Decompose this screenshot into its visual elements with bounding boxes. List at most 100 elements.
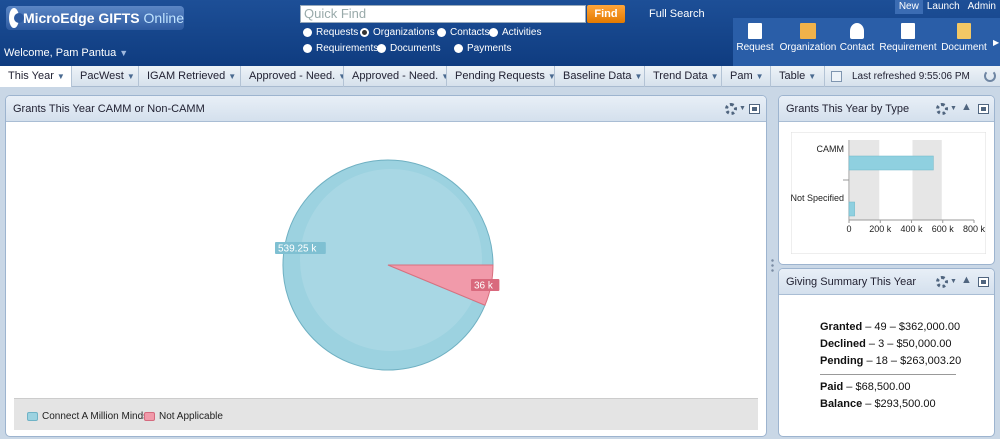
panel-title: Grants This Year CAMM or Non-CAMM	[13, 103, 205, 115]
panel-header: Giving Summary This Year ▼ ▲	[779, 269, 994, 295]
summary-granted: Granted – 49 – $362,000.00	[820, 321, 961, 333]
panel-splitter-handle[interactable]	[771, 258, 774, 272]
full-search-link[interactable]: Full Search	[649, 8, 705, 20]
dashboard-tab-bar: This Year ▼ PacWest ▼ IGAM Retrieved ▼ Appr…	[0, 66, 1000, 87]
contact-icon	[850, 23, 864, 39]
document-icon	[957, 23, 971, 39]
last-refreshed: Last refreshed 9:55:06 PM	[852, 71, 970, 82]
chevron-down-icon: ▼	[126, 72, 135, 81]
nav-launch[interactable]: Launch	[923, 0, 964, 14]
chevron-down-icon: ▼	[950, 105, 957, 112]
pie-data-label: 539.25 k	[278, 244, 317, 255]
quick-find-input[interactable]: Quick Find	[300, 5, 586, 23]
find-button[interactable]: Find	[587, 5, 625, 23]
x-tick-label: 800 k	[963, 224, 986, 234]
chevron-down-icon: ▼	[634, 72, 643, 81]
maximize-icon[interactable]	[749, 104, 760, 114]
chevron-down-icon: ▼	[710, 72, 719, 81]
scroll-right-icon[interactable]: ▶	[993, 38, 999, 47]
x-tick-label: 400 k	[900, 224, 923, 234]
radio-payments[interactable]: Payments	[454, 43, 511, 54]
giving-summary: Granted – 49 – $362,000.00 Declined – 3 …	[820, 319, 962, 413]
new-request-button[interactable]: Request	[736, 18, 774, 66]
request-icon	[748, 23, 762, 39]
welcome-menu[interactable]: Welcome, Pam Pantua ▼	[4, 47, 128, 59]
panel-title: Giving Summary This Year	[786, 276, 917, 288]
requirement-icon	[901, 23, 915, 39]
tab-igam-retrieved[interactable]: IGAM Retrieved ▼	[139, 66, 241, 87]
x-tick-label: 600 k	[932, 224, 955, 234]
pie-highlight	[300, 169, 482, 351]
bar-chart: CAMM Not Specified 0 200 k 400 k 600 k 800 k	[791, 132, 986, 254]
summary-paid: Paid – $68,500.00	[820, 381, 911, 393]
nav-new[interactable]: New	[894, 0, 923, 14]
radio-contacts[interactable]: Contacts	[437, 27, 489, 38]
pie-legend: Connect A Million Minds Not Applicable	[14, 398, 758, 430]
panel-header: Grants This Year by Type ▼ ▲	[779, 96, 994, 122]
maximize-icon[interactable]	[978, 104, 989, 114]
grid-band	[912, 140, 942, 220]
bar[interactable]	[848, 201, 855, 217]
new-organization-button[interactable]: Organization	[780, 18, 836, 66]
radio-organizations[interactable]: Organizations	[360, 27, 435, 38]
app-header: MicroEdge GIFTS Online Welcome, Pam Pant…	[0, 0, 1000, 66]
refresh-icon[interactable]	[984, 70, 996, 82]
gear-icon[interactable]	[936, 103, 948, 115]
maximize-icon[interactable]	[978, 277, 989, 287]
radio-requests[interactable]: Requests	[303, 27, 358, 38]
gear-icon[interactable]	[936, 276, 948, 288]
chevron-down-icon: ▼	[548, 72, 554, 81]
app-logo[interactable]: MicroEdge GIFTS Online	[6, 6, 184, 30]
collapse-icon[interactable]: ▲	[961, 101, 972, 113]
top-nav: New Launch Admin	[894, 0, 1000, 14]
radio-requirements[interactable]: Requirements	[303, 43, 378, 54]
tab-table[interactable]: Table ▼	[771, 66, 825, 87]
summary-pending: Pending – 18 – $263,003.20	[820, 355, 962, 367]
tab-approved-need-2[interactable]: Approved - Need.▼	[344, 66, 447, 87]
tab-pacwest[interactable]: PacWest ▼	[72, 66, 139, 87]
logo-text: MicroEdge GIFTS Online	[22, 10, 184, 26]
panel-giving-summary: Giving Summary This Year ▼ ▲ Granted – 4…	[778, 268, 995, 437]
tab-baseline-data[interactable]: Baseline Data ▼	[555, 66, 645, 87]
radio-documents[interactable]: Documents	[377, 43, 441, 54]
tab-trend-data[interactable]: Trend Data ▼	[645, 66, 722, 87]
new-document-button[interactable]: Document	[941, 18, 987, 66]
panel-title: Grants This Year by Type	[786, 103, 910, 115]
tab-pam[interactable]: Pam ▼	[722, 66, 771, 87]
pie-chart: 539.25 k 36 k	[275, 159, 500, 371]
legend-item-camm[interactable]: Connect A Million Minds	[27, 411, 148, 422]
legend-swatch	[144, 412, 155, 421]
radio-activities[interactable]: Activities	[489, 27, 541, 38]
chevron-down-icon: ▼	[56, 72, 65, 81]
quick-create-bar: Request Organization Contact Requirement…	[733, 18, 1000, 66]
tab-approved-need-1[interactable]: Approved - Need.▼	[241, 66, 344, 87]
add-tab-icon[interactable]	[831, 71, 842, 82]
collapse-icon[interactable]: ▲	[961, 274, 972, 286]
tab-pending-requests[interactable]: Pending Requests▼	[447, 66, 555, 87]
chevron-down-icon: ▼	[950, 278, 957, 285]
panel-grants-by-type: Grants This Year by Type ▼ ▲ CAMM Not Spe…	[778, 95, 995, 265]
category-label: Not Specified	[791, 193, 844, 203]
x-tick-label: 200 k	[869, 224, 892, 234]
organization-icon	[800, 23, 816, 39]
summary-declined: Declined – 3 – $50,000.00	[820, 338, 952, 350]
bar[interactable]	[848, 155, 934, 171]
legend-item-not-applicable[interactable]: Not Applicable	[144, 411, 223, 422]
chevron-down-icon: ▼	[808, 72, 817, 81]
chevron-down-icon: ▼	[228, 72, 237, 81]
chevron-down-icon: ▼	[119, 48, 129, 58]
chevron-down-icon: ▼	[755, 72, 764, 81]
new-requirement-button[interactable]: Requirement	[879, 18, 937, 66]
summary-divider	[820, 374, 956, 375]
pie-data-label: 36 k	[474, 281, 494, 292]
tab-this-year[interactable]: This Year ▼	[0, 66, 72, 87]
x-tick-label: 0	[846, 224, 851, 234]
summary-balance: Balance – $293,500.00	[820, 398, 936, 410]
category-label: CAMM	[817, 144, 845, 154]
gear-icon[interactable]	[725, 103, 737, 115]
chevron-down-icon: ▼	[739, 105, 746, 112]
new-contact-button[interactable]: Contact	[840, 18, 874, 66]
panel-header: Grants This Year CAMM or Non-CAMM ▼	[6, 96, 766, 122]
nav-admin[interactable]: Admin	[964, 0, 1000, 14]
daisy-logo-icon	[9, 8, 24, 28]
